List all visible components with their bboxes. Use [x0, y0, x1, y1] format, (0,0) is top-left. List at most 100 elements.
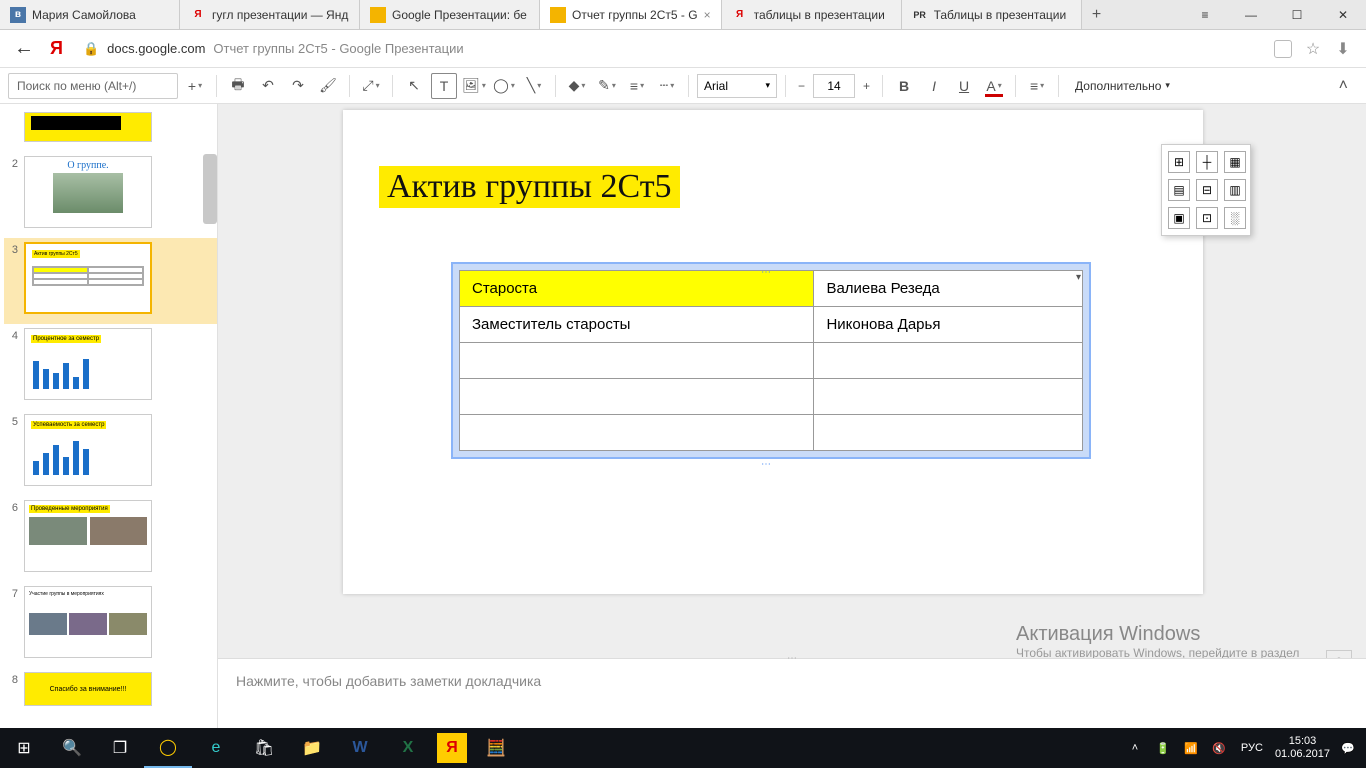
language-indicator[interactable]: РУС	[1237, 742, 1267, 754]
more-options-button[interactable]: Дополнительно▾	[1067, 79, 1178, 93]
align-button[interactable]: ≡	[1024, 73, 1050, 99]
textbox-tool-button[interactable]: T	[431, 73, 457, 99]
speaker-notes[interactable]: ⋯ Нажмите, чтобы добавить заметки доклад…	[218, 658, 1366, 728]
tray-overflow-icon[interactable]: ˄	[1125, 742, 1145, 754]
table-menu-dropdown[interactable]: ▾	[1076, 272, 1081, 283]
window-close-button[interactable]: ✕	[1320, 0, 1366, 30]
image-tool-button[interactable]: 🖼	[461, 73, 487, 99]
text-color-button[interactable]: A	[981, 73, 1007, 99]
browser-tab[interactable]: Я таблицы в презентации	[722, 0, 902, 29]
new-tab-button[interactable]: +	[1082, 0, 1112, 29]
table-cell[interactable]	[460, 379, 814, 415]
store-taskbar[interactable]: 🛍	[240, 728, 288, 768]
browser-tab[interactable]: PR Таблицы в презентации	[902, 0, 1082, 29]
explorer-taskbar[interactable]: 📁	[288, 728, 336, 768]
border-right-icon[interactable]: ░	[1224, 207, 1246, 229]
battery-icon[interactable]: 🔋	[1153, 742, 1173, 755]
table-handle-bottom[interactable]	[761, 454, 781, 459]
notes-drag-handle[interactable]: ⋯	[787, 653, 797, 664]
nav-back-button[interactable]: ←	[8, 37, 40, 60]
slide-thumb[interactable]	[4, 108, 217, 152]
italic-button[interactable]: I	[921, 73, 947, 99]
browser-tab[interactable]: Я гугл презентации — Янд	[180, 0, 360, 29]
yandex-home-icon[interactable]: Я	[50, 38, 63, 59]
border-bottom-icon[interactable]: ⊡	[1196, 207, 1218, 229]
bold-button[interactable]: B	[891, 73, 917, 99]
browser-tab[interactable]: в Мария Самойлова	[0, 0, 180, 29]
font-size-input[interactable]: 14	[813, 74, 855, 98]
edge-taskbar[interactable]: e	[192, 728, 240, 768]
line-tool-button[interactable]: ╲	[521, 73, 547, 99]
window-maximize-button[interactable]: ☐	[1274, 0, 1320, 30]
table-cell[interactable]	[460, 343, 814, 379]
slide-thumb[interactable]: 4 Процентное за семестр	[4, 324, 217, 410]
table-cell[interactable]	[460, 415, 814, 451]
collapse-toolbar-button[interactable]: ˄	[1329, 77, 1358, 95]
border-left-icon[interactable]: ▣	[1168, 207, 1190, 229]
browser-tab[interactable]: Google Презентации: бе	[360, 0, 540, 29]
window-minimize-button[interactable]: —	[1228, 0, 1274, 30]
filmstrip-scrollbar[interactable]	[203, 154, 217, 224]
browser-tab-active[interactable]: Отчет группы 2Ст5 - G ×	[540, 0, 722, 29]
border-top-icon[interactable]: ⊟	[1196, 179, 1218, 201]
border-dash-button[interactable]: ┄	[654, 73, 680, 99]
slide-title[interactable]: Актив группы 2Ст5	[379, 166, 680, 208]
calculator-taskbar[interactable]: 🧮	[472, 728, 520, 768]
bookmark-icon[interactable]: ☆	[1304, 40, 1322, 58]
slide-filmstrip[interactable]: 2 О группе. 3 Актив группы 2Ст5 4 Процен…	[0, 104, 218, 728]
start-button[interactable]: ⊞	[0, 728, 48, 768]
table-cell[interactable]: Никонова Дарья	[814, 307, 1083, 343]
slide-thumb[interactable]: 8 Спасибо за внимание!!!	[4, 668, 217, 716]
slide-thumb[interactable]: 2 О группе.	[4, 152, 217, 238]
task-view-button[interactable]: ❐	[96, 728, 144, 768]
slide-canvas-area[interactable]: Актив группы 2Ст5 ▾ Староста Валиева Рез…	[218, 104, 1366, 728]
download-icon[interactable]: ⬇	[1334, 40, 1352, 58]
action-center-icon[interactable]: 💬	[1338, 742, 1358, 755]
border-all-icon[interactable]: ⊞	[1168, 151, 1190, 173]
font-size-decrease[interactable]: −	[794, 79, 809, 93]
border-horizontal-icon[interactable]: ▤	[1168, 179, 1190, 201]
border-color-button[interactable]: ✎	[594, 73, 620, 99]
slide-table[interactable]: ▾ Староста Валиева Резеда Заместитель ст…	[451, 262, 1091, 459]
border-vertical-icon[interactable]: ▥	[1224, 179, 1246, 201]
fill-color-button[interactable]: ◆	[564, 73, 590, 99]
slide-thumb-selected[interactable]: 3 Актив группы 2Ст5	[4, 238, 217, 324]
menu-search-input[interactable]: Поиск по меню (Alt+/)	[8, 73, 178, 99]
slide-thumb[interactable]: 6 Проведенные мероприятия	[4, 496, 217, 582]
print-button[interactable]: 🖶	[225, 73, 251, 99]
shape-tool-button[interactable]: ◯	[491, 73, 517, 99]
slide-thumb[interactable]: 7 Участие группы в мероприятиях	[4, 582, 217, 668]
table-cell[interactable]: Валиева Резеда	[814, 271, 1083, 307]
close-tab-icon[interactable]: ×	[704, 8, 711, 22]
zoom-button[interactable]: ⤢	[358, 73, 384, 99]
table-handle-top[interactable]	[761, 262, 781, 267]
protect-icon[interactable]	[1274, 40, 1292, 58]
wifi-icon[interactable]: 📶	[1181, 742, 1201, 755]
yandex-browser-taskbar[interactable]: ◯	[144, 728, 192, 768]
excel-taskbar[interactable]: X	[384, 728, 432, 768]
word-taskbar[interactable]: W	[336, 728, 384, 768]
redo-button[interactable]: ↷	[285, 73, 311, 99]
slide-thumb[interactable]: 5 Успеваемость за семестр	[4, 410, 217, 496]
table-cell[interactable]	[814, 379, 1083, 415]
border-weight-button[interactable]: ≡	[624, 73, 650, 99]
new-slide-button[interactable]: +	[182, 73, 208, 99]
yandex-taskbar[interactable]: Я	[437, 733, 467, 763]
clock[interactable]: 15:03 01.06.2017	[1275, 735, 1330, 761]
search-button[interactable]: 🔍	[48, 728, 96, 768]
table-cell[interactable]	[814, 415, 1083, 451]
border-outer-icon[interactable]: ▦	[1224, 151, 1246, 173]
underline-button[interactable]: U	[951, 73, 977, 99]
slide-canvas[interactable]: Актив группы 2Ст5 ▾ Староста Валиева Рез…	[343, 110, 1203, 594]
url-field[interactable]: 🔒 docs.google.com Отчет группы 2Ст5 - Go…	[73, 41, 1264, 57]
select-tool-button[interactable]: ↖	[401, 73, 427, 99]
browser-menu-button[interactable]: ≡	[1182, 0, 1228, 30]
border-inner-icon[interactable]: ┼	[1196, 151, 1218, 173]
volume-icon[interactable]: 🔇	[1209, 742, 1229, 755]
table-cell[interactable]	[814, 343, 1083, 379]
paint-format-button[interactable]: 🖌	[315, 73, 341, 99]
undo-button[interactable]: ↶	[255, 73, 281, 99]
font-select[interactable]: Arial▾	[697, 74, 777, 98]
table-cell[interactable]: Заместитель старосты	[460, 307, 814, 343]
font-size-increase[interactable]: +	[859, 79, 874, 93]
